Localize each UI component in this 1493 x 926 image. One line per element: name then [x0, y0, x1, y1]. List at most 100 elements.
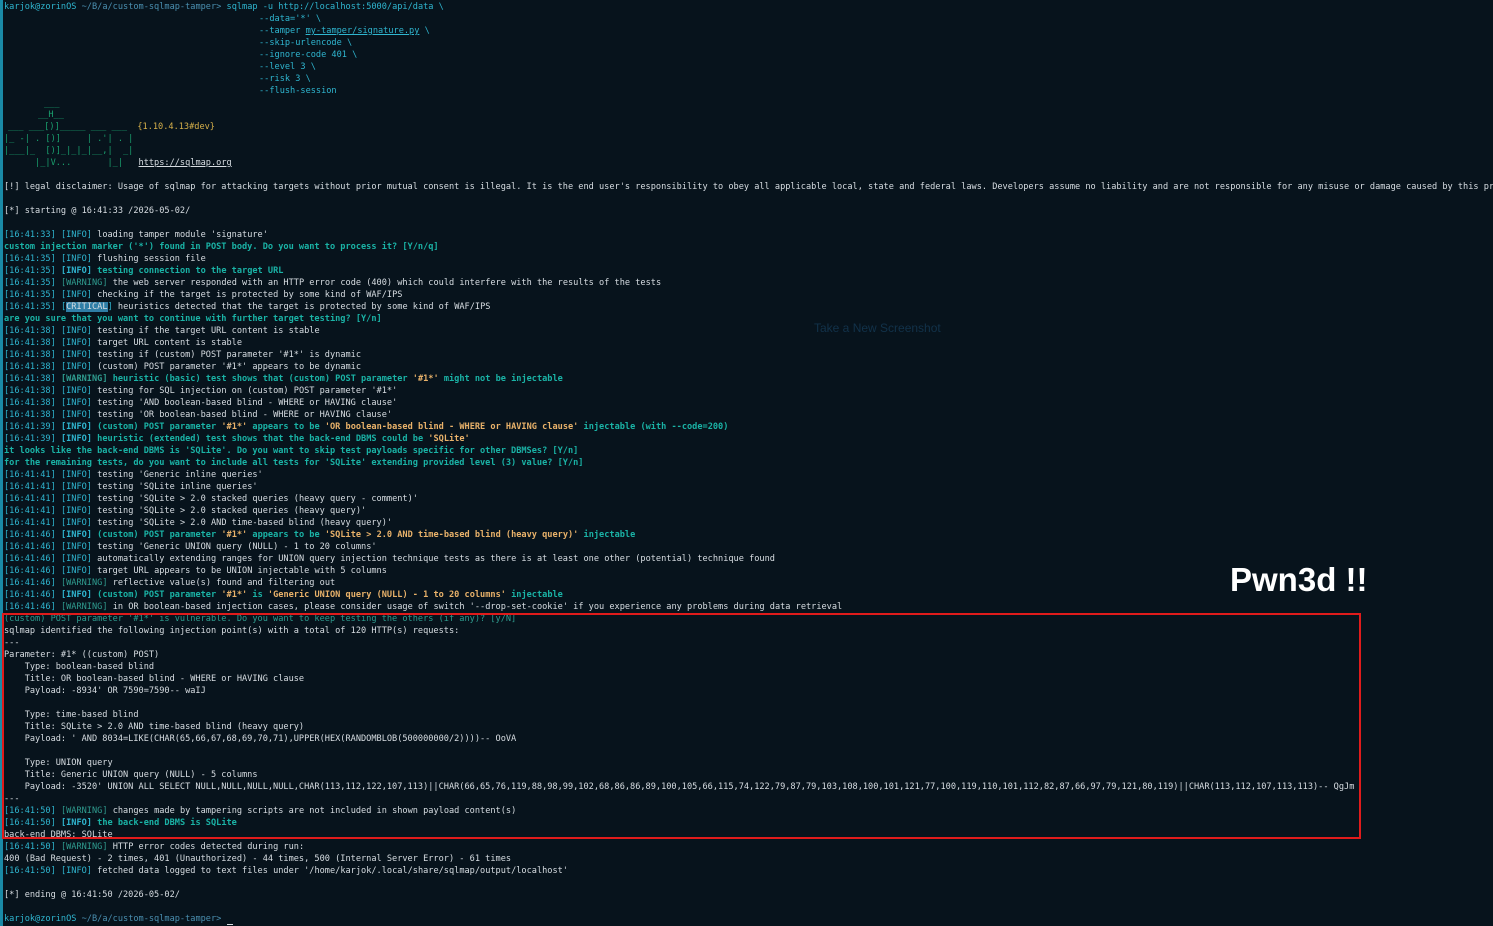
log-message: HTTP error codes detected during run:: [107, 842, 305, 852]
log-level: [WARNING]: [60, 374, 108, 384]
sqlmap-logo-row: |_|V... |_|: [4, 158, 123, 168]
log-line: [16:41:39] [INFO] heuristic (extended) t…: [4, 433, 470, 445]
log-timestamp: [16:41:46]: [4, 554, 56, 564]
log-level: [INFO]: [60, 554, 92, 564]
log-highlight: 'OR boolean-based blind - WHERE or HAVIN…: [324, 422, 579, 432]
log-message: checking if the target is protected by s…: [91, 290, 403, 300]
log-level: [INFO]: [60, 506, 92, 516]
log-message: testing 'SQLite > 2.0 stacked queries (h…: [91, 506, 367, 516]
log-line: [16:41:38] [INFO] target URL content is …: [4, 337, 242, 349]
log-timestamp: [16:41:35]: [4, 266, 56, 276]
log-level: [INFO]: [60, 518, 92, 528]
log-timestamp: [16:41:35]: [4, 278, 56, 288]
tamper-path-link[interactable]: my-tamper/signature.py: [306, 26, 420, 36]
log-message: testing if (custom) POST parameter '#1*'…: [91, 350, 362, 360]
prompt-line-bottom[interactable]: karjok@zorinOS ~/B/a/custom-sqlmap-tampe…: [4, 913, 233, 925]
log-timestamp: [16:41:38]: [4, 350, 56, 360]
legal-disclaimer: [!] legal disclaimer: Usage of sqlmap fo…: [4, 182, 1493, 192]
log-message: testing 'SQLite inline queries': [91, 482, 258, 492]
command-arg: --skip-urlencode \: [259, 38, 353, 48]
text-cursor: [226, 924, 233, 925]
command-text: sqlmap -u http://localhost:5000/api/data…: [226, 2, 444, 12]
screenshot-hint-overlay: Take a New Screenshot: [814, 321, 941, 335]
log-timestamp: [16:41:41]: [4, 482, 56, 492]
log-text: custom injection marker ('*') found in P…: [4, 242, 439, 252]
log-line: for the remaining tests, do you want to …: [4, 457, 583, 469]
log-level: [INFO]: [60, 398, 92, 408]
log-level: [INFO]: [60, 494, 92, 504]
log-timestamp: [16:41:39]: [4, 422, 56, 432]
log-message: appears to be: [247, 422, 325, 432]
log-line: [16:41:38] [INFO] testing if the target …: [4, 325, 320, 337]
highlight-box: [2, 613, 1361, 839]
log-message: testing 'SQLite > 2.0 stacked queries (h…: [91, 494, 418, 504]
log-message: injectable (with --code=200): [578, 422, 729, 432]
log-text: [*] ending @ 16:41:50 /2026-05-02/: [4, 890, 180, 900]
log-line: [16:41:38] [INFO] (custom) POST paramete…: [4, 361, 361, 373]
log-level: [WARNING]: [60, 578, 108, 588]
log-line: [16:41:35] [CRITICAL] heuristics detecte…: [4, 301, 490, 313]
log-message: automatically extending ranges for UNION…: [91, 554, 775, 564]
sqlmap-url-link[interactable]: https://sqlmap.org: [139, 158, 232, 168]
log-line: [16:41:41] [INFO] testing 'SQLite inline…: [4, 481, 258, 493]
log-message: testing for SQL injection on (custom) PO…: [91, 386, 398, 396]
log-message: in OR boolean-based injection cases, ple…: [107, 602, 843, 612]
log-timestamp: [16:41:50]: [4, 842, 56, 852]
log-timestamp: [16:41:35]: [4, 290, 56, 300]
log-level: [INFO]: [60, 470, 92, 480]
log-line: [16:41:38] [INFO] testing if (custom) PO…: [4, 349, 361, 361]
log-line: are you sure that you want to continue w…: [4, 313, 382, 325]
log-message: heuristics detected that the target is p…: [112, 302, 491, 312]
command-arg-flag: --tamper: [259, 26, 306, 36]
sqlmap-logo-row: ___ ___[)]_____ ___ ___: [8, 122, 127, 132]
log-message: testing if the target URL content is sta…: [91, 326, 320, 336]
log-line: [16:41:46] [WARNING] in OR boolean-based…: [4, 601, 842, 613]
log-text: are you sure that you want to continue w…: [4, 314, 382, 324]
log-line: [16:41:35] [INFO] testing connection to …: [4, 265, 283, 277]
log-level: [INFO]: [60, 290, 92, 300]
log-line: [16:41:39] [INFO] (custom) POST paramete…: [4, 421, 728, 433]
command-arg: --flush-session: [259, 86, 337, 96]
log-message: (custom) POST parameter '#1*' appears to…: [91, 362, 362, 372]
log-timestamp: [16:41:35]: [4, 254, 56, 264]
log-highlight: '#1*': [221, 590, 248, 600]
command-arg-cont: \: [419, 26, 430, 36]
log-level: [INFO]: [60, 566, 92, 576]
sqlmap-logo: |_|V... |_| https://sqlmap.org: [4, 157, 232, 169]
log-timestamp: [16:41:38]: [4, 338, 56, 348]
log-highlight: '#1*': [221, 422, 248, 432]
log-level: [WARNING]: [60, 278, 108, 288]
log-timestamp: [16:41:38]: [4, 398, 56, 408]
log-line: [16:41:46] [INFO] (custom) POST paramete…: [4, 589, 563, 601]
log-message: loading tamper module 'signature': [91, 230, 268, 240]
log-timestamp: [16:41:46]: [4, 530, 56, 540]
log-timestamp: [16:41:41]: [4, 518, 56, 528]
log-timestamp: [16:41:46]: [4, 602, 56, 612]
sqlmap-logo: |_ -| . [)] | .'| . |: [4, 134, 134, 144]
log-timestamp: [16:41:46]: [4, 578, 56, 588]
sqlmap-version: {1.10.4.13#dev}: [137, 122, 215, 132]
log-highlight: '#1*': [412, 374, 439, 384]
log-level: [INFO]: [60, 362, 92, 372]
log-line: [*] ending @ 16:41:50 /2026-05-02/: [4, 889, 180, 901]
log-timestamp: [16:41:41]: [4, 506, 56, 516]
log-timestamp: [16:41:41]: [4, 470, 56, 480]
pwn-annotation: Pwn3d !!: [1230, 561, 1368, 598]
log-highlight: 'SQLite': [428, 434, 470, 444]
log-level: [INFO]: [60, 266, 92, 276]
log-line: [16:41:38] [WARNING] heuristic (basic) t…: [4, 373, 563, 385]
command-arg: --risk 3 \: [259, 74, 311, 84]
log-line: [16:41:50] [INFO] fetched data logged to…: [4, 865, 568, 877]
command-arg: --level 3 \: [259, 62, 316, 72]
log-line: [16:41:41] [INFO] testing 'SQLite > 2.0 …: [4, 517, 392, 529]
command-arg: --tamper my-tamper/signature.py \: [259, 25, 430, 37]
log-level: [INFO]: [60, 326, 92, 336]
log-timestamp: [16:41:38]: [4, 386, 56, 396]
log-line: [16:41:38] [INFO] testing for SQL inject…: [4, 385, 397, 397]
log-level: [INFO]: [60, 386, 92, 396]
prompt-user: karjok@zorinOS: [4, 2, 77, 12]
log-timestamp: [16:41:38]: [4, 362, 56, 372]
terminal-window[interactable]: karjok@zorinOS ~/B/a/custom-sqlmap-tampe…: [0, 0, 1493, 926]
log-message: testing connection to the target URL: [91, 266, 284, 276]
log-text: it looks like the back-end DBMS is 'SQLi…: [4, 446, 579, 456]
